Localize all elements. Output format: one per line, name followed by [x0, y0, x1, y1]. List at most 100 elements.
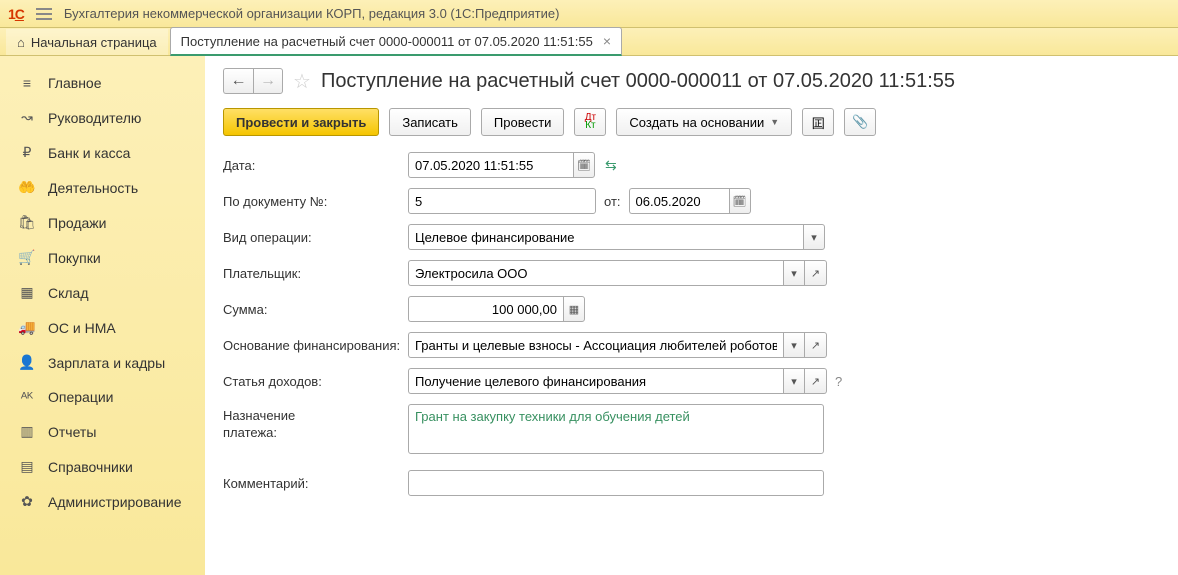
- calendar-icon: 🗓: [577, 159, 591, 172]
- ruble-icon: ₽: [18, 144, 36, 161]
- payer-label: Плательщик:: [223, 266, 408, 281]
- chevron-down-icon: ▾: [791, 267, 797, 280]
- calendar-button[interactable]: 🗓: [729, 188, 751, 214]
- close-icon[interactable]: ×: [603, 33, 611, 49]
- sidebar-item-purchases[interactable]: 🛒 Покупки: [0, 240, 205, 275]
- payer-input[interactable]: [408, 260, 783, 286]
- menu-lines-icon: ≡: [18, 75, 36, 91]
- grid-icon: ▦: [18, 284, 36, 301]
- sidebar-item-admin[interactable]: ✿Администрирование: [0, 484, 205, 519]
- sidebar-item-manager[interactable]: ↝ Руководителю: [0, 100, 205, 135]
- sidebar-item-label: Деятельность: [48, 180, 138, 196]
- dropdown-button[interactable]: ▾: [803, 224, 825, 250]
- docnum-label: По документу №:: [223, 194, 408, 209]
- truck-icon: 🚚: [18, 319, 36, 336]
- open-button[interactable]: ↗: [805, 260, 827, 286]
- menu-icon[interactable]: [36, 8, 52, 20]
- sidebar-item-label: ОС и НМА: [48, 320, 116, 336]
- refresh-icon[interactable]: ⇆: [605, 157, 617, 174]
- app-title: Бухгалтерия некоммерческой организации К…: [64, 6, 560, 21]
- comment-label: Комментарий:: [223, 476, 408, 491]
- open-button[interactable]: ↗: [805, 332, 827, 358]
- open-button[interactable]: ↗: [805, 368, 827, 394]
- sidebar-item-label: Банк и касса: [48, 145, 130, 161]
- titlebar: 1С Бухгалтерия некоммерческой организаци…: [0, 0, 1178, 28]
- calculator-button[interactable]: ▦: [563, 296, 585, 322]
- sidebar-item-operations[interactable]: ᴬᴷ Операции: [0, 380, 205, 414]
- chart-icon: ↝: [18, 109, 36, 126]
- btn-label: Провести: [494, 115, 552, 130]
- sidebar-item-warehouse[interactable]: ▦ Склад: [0, 275, 205, 310]
- post-and-close-button[interactable]: Провести и закрыть: [223, 108, 379, 136]
- post-button[interactable]: Провести: [481, 108, 565, 136]
- sidebar-item-label: Покупки: [48, 250, 101, 266]
- dropdown-button[interactable]: ▾: [783, 332, 805, 358]
- create-based-on-button[interactable]: Создать на основании ▼: [616, 108, 792, 136]
- bars-icon: ▥: [18, 423, 36, 440]
- btn-label: Провести и закрыть: [236, 115, 366, 130]
- from-date-input[interactable]: [629, 188, 729, 214]
- sidebar-item-label: Руководителю: [48, 110, 141, 126]
- btn-label: Создать на основании: [629, 115, 764, 130]
- tab-home[interactable]: ⌂ Начальная страница: [6, 29, 168, 55]
- star-icon[interactable]: ☆: [293, 69, 311, 94]
- tabbar: ⌂ Начальная страница Поступление на расч…: [0, 28, 1178, 56]
- dropdown-button[interactable]: ▾: [783, 368, 805, 394]
- calendar-icon: 🗓: [733, 195, 747, 208]
- calendar-button[interactable]: 🗓: [573, 152, 595, 178]
- docnum-input[interactable]: [408, 188, 596, 214]
- sidebar-item-label: Склад: [48, 285, 89, 301]
- cart-icon: 🛒: [18, 249, 36, 266]
- income-input[interactable]: [408, 368, 783, 394]
- tab-home-label: Начальная страница: [31, 35, 157, 50]
- main-content: ← → ☆ Поступление на расчетный счет 0000…: [205, 56, 1178, 575]
- sidebar-item-activity[interactable]: 🤲 Деятельность: [0, 170, 205, 205]
- chevron-down-icon: ▾: [811, 231, 817, 244]
- basis-input[interactable]: [408, 332, 783, 358]
- sidebar-item-catalogs[interactable]: ▤Справочники: [0, 449, 205, 484]
- structure-button[interactable]: 囸: [802, 108, 834, 136]
- optype-label: Вид операции:: [223, 230, 408, 245]
- attach-button[interactable]: 📎: [844, 108, 876, 136]
- dtkt-icon: ᴬᴷ: [18, 389, 36, 405]
- hands-icon: 🤲: [18, 179, 36, 196]
- dropdown-button[interactable]: ▾: [783, 260, 805, 286]
- help-icon[interactable]: ?: [835, 374, 842, 389]
- dtkt-button[interactable]: ДтКт: [574, 108, 606, 136]
- nav-forward-button[interactable]: →: [253, 68, 283, 94]
- tab-document[interactable]: Поступление на расчетный счет 0000-00001…: [170, 27, 622, 56]
- dtkt-icon: ДтКт: [585, 114, 596, 130]
- sidebar-item-assets[interactable]: 🚚 ОС и НМА: [0, 310, 205, 345]
- sidebar-item-salary[interactable]: 👤Зарплата и кадры: [0, 345, 205, 380]
- arrow-left-icon: ←: [231, 72, 247, 90]
- bag-icon: 🛍: [18, 214, 36, 231]
- income-label: Статья доходов:: [223, 374, 408, 389]
- record-button[interactable]: Записать: [389, 108, 471, 136]
- chevron-down-icon: ▾: [791, 375, 797, 388]
- toolbar: Провести и закрыть Записать Провести ДтК…: [223, 108, 1160, 136]
- chevron-down-icon: ▼: [770, 117, 779, 127]
- home-icon: ⌂: [17, 35, 25, 50]
- sidebar-item-main[interactable]: ≡Главное: [0, 66, 205, 100]
- sidebar-item-label: Операции: [48, 389, 114, 405]
- nav-back-button[interactable]: ←: [223, 68, 253, 94]
- optype-input[interactable]: [408, 224, 803, 250]
- arrow-right-icon: →: [260, 72, 276, 90]
- sidebar-item-label: Справочники: [48, 459, 133, 475]
- amount-input[interactable]: [408, 296, 563, 322]
- btn-label: Записать: [402, 115, 458, 130]
- sidebar-item-bank[interactable]: ₽ Банк и касса: [0, 135, 205, 170]
- sidebar: ≡Главное ↝ Руководителю ₽ Банк и касса 🤲 Де…: [0, 56, 205, 575]
- open-icon: ↗: [811, 339, 820, 352]
- paperclip-icon: 📎: [852, 114, 868, 130]
- tree-icon: 囸: [812, 113, 825, 132]
- person-icon: 👤: [18, 354, 36, 371]
- from-label: от:: [604, 194, 621, 209]
- sidebar-item-reports[interactable]: ▥Отчеты: [0, 414, 205, 449]
- sidebar-item-sales[interactable]: 🛍Продажи: [0, 205, 205, 240]
- chevron-down-icon: ▾: [791, 339, 797, 352]
- purpose-textarea[interactable]: [408, 404, 824, 454]
- tab-document-label: Поступление на расчетный счет 0000-00001…: [181, 34, 593, 49]
- date-input[interactable]: [408, 152, 573, 178]
- comment-input[interactable]: [408, 470, 824, 496]
